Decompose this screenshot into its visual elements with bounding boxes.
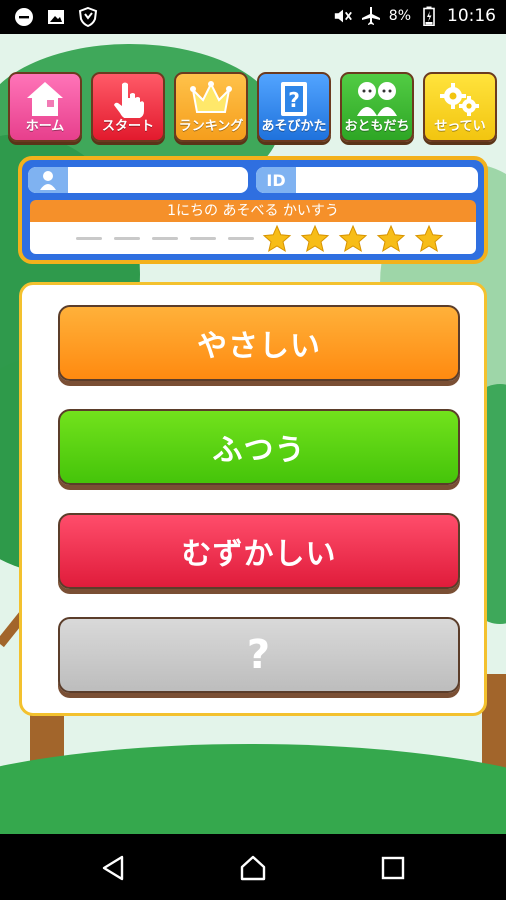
start-button[interactable]: スタート (91, 72, 165, 142)
recents-button[interactable] (377, 852, 409, 884)
mystery-button[interactable]: ? (58, 617, 460, 693)
used-play-dash (76, 237, 102, 240)
difficulty-panel: やさしい ふつう むずかしい ? (19, 282, 487, 716)
home-label: ホーム (25, 119, 65, 134)
used-play-dash (228, 237, 254, 240)
id-tag: ID (256, 167, 296, 193)
hard-button[interactable]: むずかしい (58, 513, 460, 589)
star-icon (262, 224, 292, 253)
gears-icon (425, 80, 495, 118)
friends-icon (342, 80, 412, 118)
star-icon (338, 224, 368, 253)
question-book-icon: ? (259, 80, 329, 118)
status-bar: 8% 10:16 (0, 0, 506, 34)
star-icon (376, 224, 406, 253)
profile-panel: ID 1にちの あそべる かいすう (18, 156, 488, 264)
pointing-hand-icon (93, 80, 163, 118)
shield-icon (78, 7, 98, 27)
ranking-label: ランキング (178, 119, 244, 134)
clock: 10:16 (447, 6, 496, 26)
play-count-indicator (30, 222, 476, 254)
minus-circle-icon (14, 7, 34, 27)
play-count-title: 1にちの あそべる かいすう (30, 200, 476, 222)
easy-button[interactable]: やさしい (58, 305, 460, 381)
home-button[interactable]: ホーム (8, 72, 82, 142)
battery-icon (419, 6, 439, 26)
home-icon (10, 80, 80, 118)
mute-icon (333, 6, 353, 26)
ranking-button[interactable]: ランキング (174, 72, 248, 142)
friends-label: おともだち (344, 119, 410, 134)
battery-percent: 8% (388, 8, 411, 24)
friends-button[interactable]: おともだち (340, 72, 414, 142)
navigation-bar (0, 834, 506, 900)
start-label: スタート (101, 119, 154, 134)
recents-icon (381, 856, 405, 880)
app-screen: ホーム スタート ランキング ? あそびかた おともだち せってい ID 1にち… (0, 34, 506, 834)
user-icon (28, 167, 68, 193)
image-icon (46, 7, 66, 27)
airplane-icon (361, 6, 381, 26)
back-icon (102, 855, 124, 881)
star-icon (414, 224, 444, 253)
settings-button[interactable]: せってい (423, 72, 497, 142)
user-id-field[interactable]: ID (256, 167, 478, 193)
star-icon (300, 224, 330, 253)
used-play-dash (152, 237, 178, 240)
used-play-dash (114, 237, 140, 240)
normal-button[interactable]: ふつう (58, 409, 460, 485)
svg-text:?: ? (288, 88, 300, 112)
user-name-field[interactable] (28, 167, 248, 193)
howto-button[interactable]: ? あそびかた (257, 72, 331, 142)
back-button[interactable] (98, 852, 130, 884)
home-nav-icon (240, 855, 266, 881)
settings-label: せってい (434, 119, 486, 134)
crown-icon (176, 80, 246, 118)
howto-label: あそびかた (261, 119, 327, 134)
top-menu: ホーム スタート ランキング ? あそびかた おともだち せってい (8, 72, 500, 142)
used-play-dash (190, 237, 216, 240)
home-nav-button[interactable] (237, 852, 269, 884)
